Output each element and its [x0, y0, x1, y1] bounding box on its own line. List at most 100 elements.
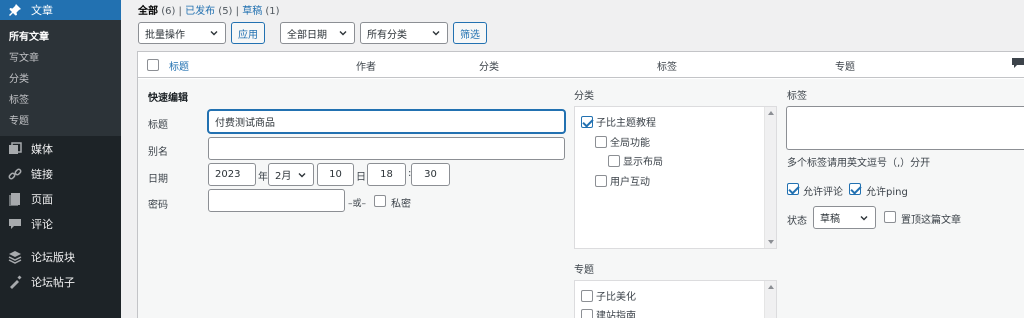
- month-select[interactable]: 2月: [268, 163, 314, 186]
- minute-input[interactable]: 30: [411, 163, 450, 186]
- allow-comments-checkbox[interactable]: [787, 183, 799, 195]
- category-item[interactable]: 显示布局: [608, 153, 663, 168]
- topic-item[interactable]: 子比美化: [581, 288, 636, 303]
- allow-ping-label: 允许ping: [866, 187, 908, 198]
- column-author-header: 作者: [356, 62, 376, 73]
- comment-icon: [8, 217, 22, 231]
- date-filter-select[interactable]: 全部日期: [280, 22, 355, 44]
- chevron-down-icon: [297, 170, 307, 180]
- slug-input[interactable]: [208, 137, 565, 160]
- sidebar-item-label: 论坛帖子: [31, 275, 75, 289]
- category-checkbox[interactable]: [595, 135, 607, 148]
- sidebar-item-posts[interactable]: 文章: [0, 0, 121, 20]
- category-item[interactable]: 子比主题教程: [581, 114, 656, 129]
- column-title-header[interactable]: 标题: [169, 58, 189, 73]
- filter-draft-link[interactable]: 草稿: [242, 6, 262, 17]
- sidebar-item-label: 文章: [31, 4, 53, 17]
- allow-ping-checkbox[interactable]: [849, 183, 861, 195]
- slug-label: 别名: [148, 147, 168, 158]
- date-filter-value: 全部日期: [287, 29, 327, 41]
- link-icon: [8, 167, 22, 181]
- sidebar-item-label: 页面: [31, 192, 53, 206]
- apply-button[interactable]: 应用: [231, 22, 265, 44]
- brush-icon: [8, 274, 22, 289]
- status-select[interactable]: 草稿: [813, 206, 876, 229]
- comment-icon: [1012, 58, 1024, 68]
- chevron-down-icon: [209, 28, 219, 38]
- title-input[interactable]: 付费测试商品: [208, 110, 565, 133]
- media-icon: [8, 141, 22, 156]
- filter-draft-count: (1): [265, 6, 280, 17]
- sidebar-subitem-categories[interactable]: 分类: [0, 69, 121, 90]
- status-filter-links: 全部 (6) | 已发布 (5) | 草稿 (1): [138, 2, 280, 17]
- column-topic-header: 专题: [835, 62, 855, 73]
- private-checkbox[interactable]: [374, 195, 386, 207]
- hour-input[interactable]: 18: [367, 163, 406, 186]
- sticky-label: 置顶这篇文章: [901, 215, 961, 226]
- category-item[interactable]: 全局功能: [595, 134, 650, 149]
- sticky-checkbox[interactable]: [884, 211, 896, 223]
- category-filter-value: 所有分类: [367, 29, 407, 41]
- bulk-action-value: 批量操作: [145, 29, 185, 41]
- scroll-up-arrow-icon[interactable]: [768, 111, 774, 115]
- category-name: 显示布局: [623, 157, 663, 168]
- admin-sidebar: 文章 所有文章 写文章 分类 标签 专题 媒体 链接 页面 评论 论坛版块 论坛…: [0, 0, 121, 318]
- filter-all-link[interactable]: 全部: [138, 6, 158, 17]
- tags-textarea[interactable]: [786, 106, 1024, 150]
- sidebar-subitem-topics[interactable]: 专题: [0, 111, 121, 132]
- month-value: 2月: [275, 171, 292, 182]
- topic-name: 建站指南: [596, 311, 636, 318]
- password-label: 密码: [148, 200, 168, 211]
- status-value: 草稿: [820, 214, 840, 225]
- day-input[interactable]: 10: [317, 163, 354, 186]
- status-label: 状态: [787, 216, 807, 227]
- topic-name: 子比美化: [596, 292, 636, 303]
- category-checkbox[interactable]: [608, 154, 620, 167]
- filter-all-count: (6): [161, 6, 176, 17]
- day-suffix: 日: [356, 172, 366, 183]
- categories-label: 分类: [574, 91, 594, 102]
- sidebar-item-media[interactable]: 媒体: [0, 136, 121, 161]
- year-input[interactable]: 2023: [208, 163, 256, 186]
- sidebar-item-links[interactable]: 链接: [0, 161, 121, 186]
- bulk-action-select[interactable]: 批量操作: [138, 22, 226, 44]
- year-suffix: 年: [258, 172, 268, 183]
- topic-item[interactable]: 建站指南: [581, 307, 636, 318]
- category-filter-select[interactable]: 所有分类: [360, 22, 448, 44]
- scroll-up-arrow-icon[interactable]: [768, 285, 774, 289]
- posts-table: 标题 作者 分类 标签 专题 快速编辑 标题 付费测试商品 别名 日期 2023…: [137, 51, 1024, 318]
- sidebar-item-label: 评论: [31, 217, 53, 231]
- sidebar-subitem-write-post[interactable]: 写文章: [0, 48, 121, 69]
- category-checkbox[interactable]: [595, 174, 607, 187]
- date-label: 日期: [148, 174, 168, 185]
- category-item[interactable]: 用户互动: [595, 173, 650, 188]
- scroll-down-arrow-icon[interactable]: [768, 240, 774, 244]
- topics-label: 专题: [574, 265, 594, 276]
- sidebar-item-label: 论坛版块: [31, 250, 75, 264]
- sidebar-subitem-all-posts[interactable]: 所有文章: [0, 27, 121, 48]
- tags-label: 标签: [787, 91, 807, 102]
- password-input[interactable]: [208, 189, 345, 212]
- sidebar-subitem-tags[interactable]: 标签: [0, 90, 121, 111]
- sidebar-item-forum-posts[interactable]: 论坛帖子: [0, 269, 121, 294]
- category-scrollbar[interactable]: [764, 107, 776, 248]
- filter-button[interactable]: 筛选: [453, 22, 487, 44]
- select-all-checkbox[interactable]: [147, 59, 159, 71]
- column-category-header: 分类: [479, 62, 499, 73]
- table-header: 标题 作者 分类 标签 专题: [138, 52, 1024, 78]
- quick-edit-heading: 快速编辑: [148, 93, 188, 104]
- sidebar-item-forum-sections[interactable]: 论坛版块: [0, 244, 121, 269]
- page-icon: [8, 192, 22, 206]
- topic-checkbox[interactable]: [581, 308, 593, 318]
- category-checkbox[interactable]: [581, 115, 593, 128]
- sidebar-item-comments[interactable]: 评论: [0, 211, 121, 236]
- filter-published-link[interactable]: 已发布: [185, 6, 215, 17]
- sidebar-item-pages[interactable]: 页面: [0, 186, 121, 211]
- filter-separator: |: [235, 6, 240, 17]
- pin-icon: [8, 3, 22, 17]
- topic-checkbox[interactable]: [581, 289, 593, 302]
- sidebar-item-label: 媒体: [31, 142, 53, 156]
- chevron-down-icon: [859, 213, 869, 223]
- topic-scrollbar[interactable]: [764, 281, 776, 318]
- sidebar-separator: [0, 236, 121, 244]
